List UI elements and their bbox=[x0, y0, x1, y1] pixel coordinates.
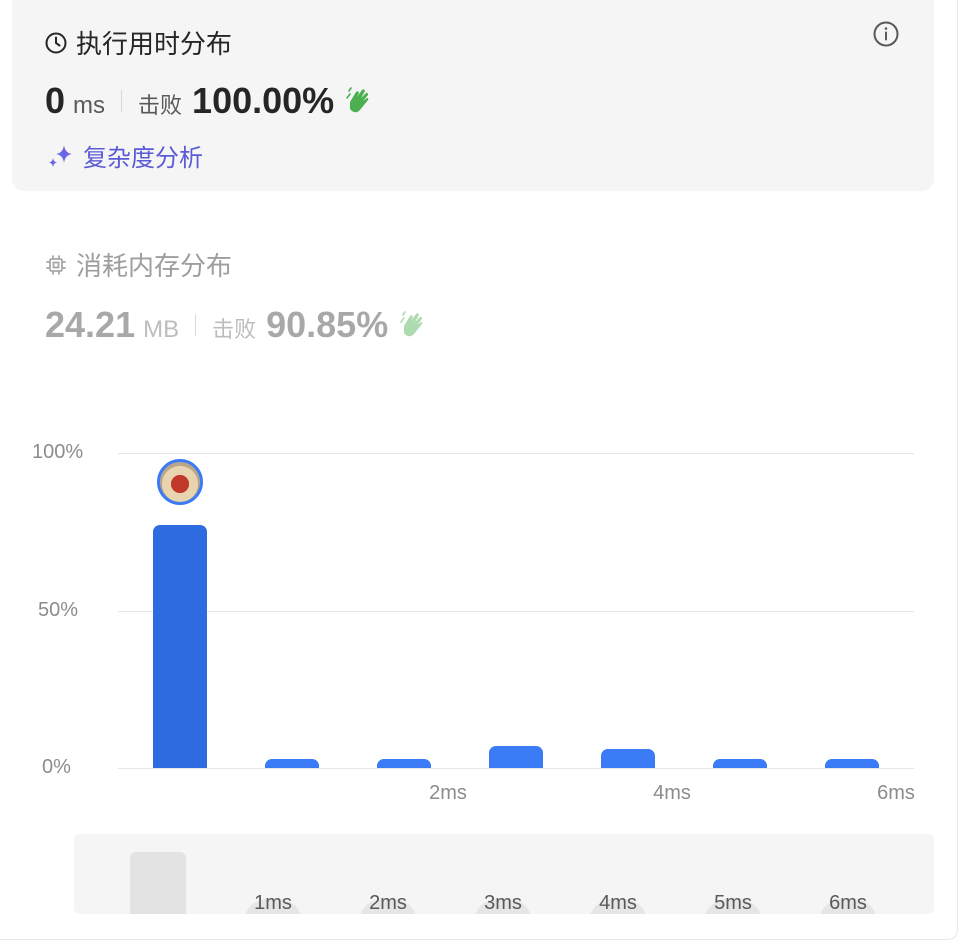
chart-gridline bbox=[118, 610, 914, 612]
y-tick-label: 100% bbox=[32, 441, 84, 463]
clap-icon bbox=[400, 311, 423, 337]
sparkle-icon bbox=[49, 144, 72, 167]
range-tick-label: 6ms bbox=[829, 892, 867, 914]
runtime-value: 0 bbox=[45, 80, 66, 121]
chart-bar-0ms[interactable] bbox=[153, 525, 207, 768]
chart-gridline bbox=[118, 453, 914, 454]
runtime-metric-row: 0 ms 击败 100.00% bbox=[45, 80, 374, 122]
runtime-card: 执行用时分布 0 ms 击败 100.00% 复杂度分析 bbox=[12, 0, 934, 191]
range-tick-label: 1ms bbox=[254, 892, 292, 914]
memory-beat-value: 90.85% bbox=[266, 304, 389, 345]
range-handle[interactable] bbox=[130, 852, 186, 914]
chip-icon bbox=[46, 254, 66, 275]
memory-title-text: 消耗内存分布 bbox=[76, 251, 233, 281]
runtime-unit: ms bbox=[73, 92, 106, 119]
complexity-analysis-label: 复杂度分析 bbox=[83, 145, 203, 172]
y-tick-label: 0% bbox=[42, 756, 71, 778]
info-icon[interactable] bbox=[872, 20, 900, 48]
chart-bar-1ms[interactable] bbox=[265, 758, 319, 768]
x-tick-label: 2ms bbox=[429, 782, 467, 804]
clap-icon bbox=[346, 87, 369, 113]
range-tick-label: 4ms bbox=[599, 892, 637, 914]
chart-bar-4ms[interactable] bbox=[601, 749, 655, 768]
memory-beat-label: 击败 bbox=[212, 317, 257, 342]
divider bbox=[195, 314, 197, 336]
memory-title[interactable]: 消耗内存分布 bbox=[44, 246, 232, 283]
clock-icon bbox=[45, 32, 67, 53]
range-tick-label: 2ms bbox=[369, 892, 407, 914]
x-tick-label: 4ms bbox=[653, 782, 691, 804]
submission-detail-panel: 执行用时分布 0 ms 击败 100.00% 复杂度分析 消耗内存分布 24.2… bbox=[0, 0, 958, 940]
divider bbox=[121, 90, 123, 112]
chart-bar-2ms[interactable] bbox=[377, 758, 431, 768]
memory-unit: MB bbox=[143, 316, 180, 343]
runtime-beat-value: 100.00% bbox=[192, 80, 335, 121]
chart-bar-6ms[interactable] bbox=[825, 758, 879, 768]
x-tick-label: 6ms bbox=[877, 782, 915, 804]
memory-metric-row: 24.21 MB 击败 90.85% bbox=[45, 304, 428, 346]
y-tick-label: 50% bbox=[38, 598, 79, 621]
user-avatar[interactable] bbox=[157, 459, 203, 505]
chart-bar-3ms[interactable] bbox=[489, 745, 543, 768]
range-tick-label: 3ms bbox=[484, 892, 522, 914]
chart-bar-5ms[interactable] bbox=[713, 758, 767, 768]
runtime-title: 执行用时分布 bbox=[44, 24, 232, 61]
complexity-analysis-link[interactable]: 复杂度分析 bbox=[45, 138, 203, 173]
range-selector[interactable]: 1ms 2ms 3ms 4ms 5ms 6ms bbox=[74, 834, 934, 914]
range-tick-label: 5ms bbox=[714, 892, 752, 914]
chart-gridline bbox=[118, 768, 914, 769]
memory-value: 24.21 bbox=[45, 304, 136, 345]
runtime-title-text: 执行用时分布 bbox=[76, 29, 233, 59]
runtime-beat-label: 击败 bbox=[138, 93, 183, 118]
